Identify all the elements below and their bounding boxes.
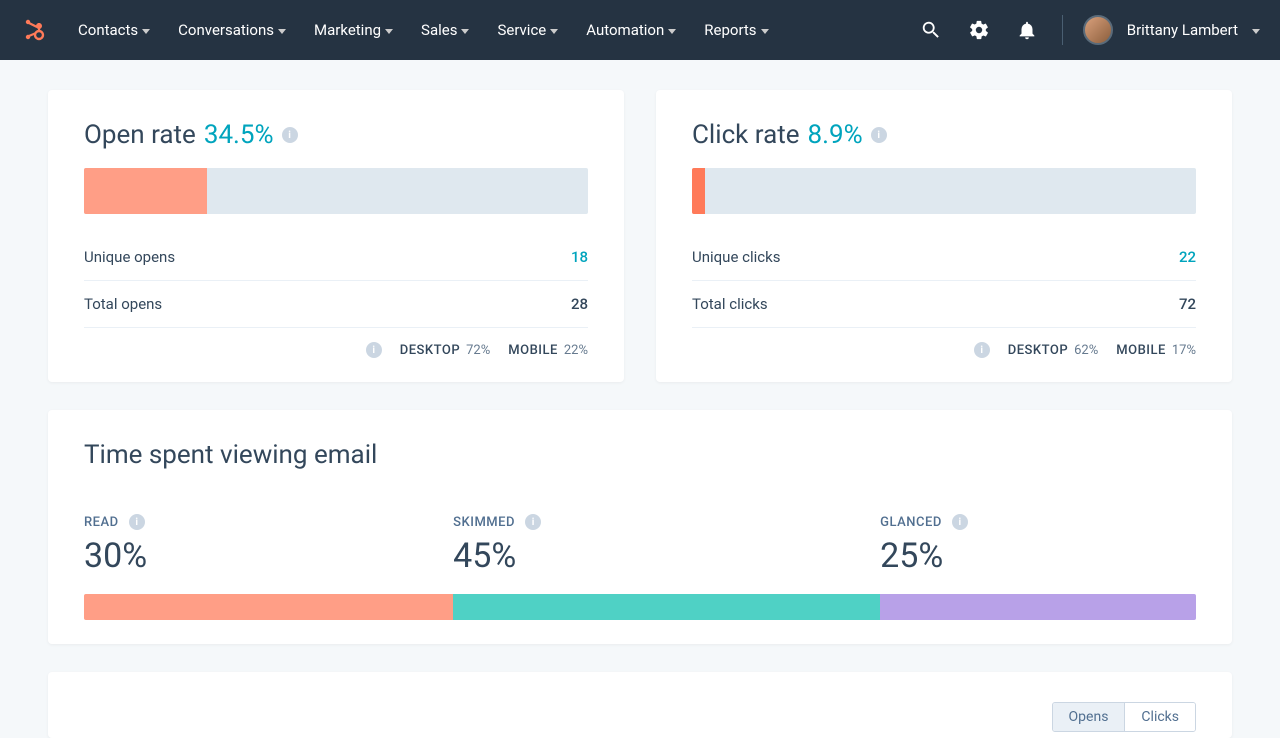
mobile-label: MOBILE: [1116, 343, 1166, 358]
desktop-pct: 62%: [1074, 343, 1098, 358]
open-rate-bar: [84, 168, 588, 214]
tab-clicks[interactable]: Clicks: [1124, 703, 1195, 731]
segment-label: GLANCED: [880, 515, 942, 530]
open-rate-pct: 34.5%: [204, 120, 274, 150]
chevron-down-icon: [668, 29, 676, 34]
info-icon[interactable]: i: [282, 127, 298, 143]
nav-label: Sales: [421, 21, 457, 39]
desktop-label: DESKTOP: [400, 343, 460, 358]
info-icon[interactable]: i: [366, 342, 382, 358]
opens-clicks-card: Opens Clicks: [48, 672, 1232, 738]
nav-item-sales[interactable]: Sales: [421, 21, 469, 39]
notifications-bell-icon[interactable]: [1016, 19, 1038, 41]
stat-label: Unique clicks: [692, 248, 780, 266]
click-rate-bar-fill: [692, 168, 705, 214]
segment-pct: 25%: [880, 536, 1196, 576]
chevron-down-icon: [142, 29, 150, 34]
stat-label: Total opens: [84, 295, 162, 313]
top-nav: Contacts Conversations Marketing Sales S…: [0, 0, 1280, 60]
time-spent-columns: READ i 30% SKIMMED i 45% GLANCED i 25%: [84, 514, 1196, 594]
stat-label: Unique opens: [84, 248, 175, 266]
nav-label: Conversations: [178, 21, 274, 39]
chevron-down-icon: [385, 29, 393, 34]
device-breakdown: i DESKTOP 72% MOBILE 22%: [84, 328, 588, 358]
stat-row-total-opens: Total opens 28: [84, 281, 588, 328]
click-rate-bar: [692, 168, 1196, 214]
avatar: [1083, 15, 1113, 45]
bar-seg-read: [84, 594, 453, 620]
chevron-down-icon: [461, 29, 469, 34]
segment-label: SKIMMED: [453, 515, 515, 530]
nav-item-marketing[interactable]: Marketing: [314, 21, 393, 39]
nav-item-automation[interactable]: Automation: [586, 21, 676, 39]
nav-divider: [1062, 15, 1063, 45]
stat-row-total-clicks: Total clicks 72: [692, 281, 1196, 328]
segment-read: READ i 30%: [84, 514, 453, 594]
user-name: Brittany Lambert: [1127, 21, 1238, 39]
chevron-down-icon: [761, 29, 769, 34]
desktop-label: DESKTOP: [1008, 343, 1068, 358]
nav-label: Service: [497, 21, 546, 39]
dashboard-content: Open rate 34.5% i Unique opens 18 Total …: [0, 60, 1280, 738]
time-spent-card: Time spent viewing email READ i 30% SKIMM…: [48, 410, 1232, 644]
stat-value: 28: [571, 295, 588, 313]
stat-value: 72: [1179, 295, 1196, 313]
mobile-label: MOBILE: [508, 343, 558, 358]
click-rate-title: Click rate: [692, 120, 800, 150]
open-rate-bar-fill: [84, 168, 207, 214]
stat-row-unique-clicks: Unique clicks 22: [692, 234, 1196, 281]
segment-pct: 30%: [84, 536, 453, 576]
info-icon[interactable]: i: [952, 514, 968, 530]
nav-label: Marketing: [314, 21, 381, 39]
bar-seg-skimmed: [453, 594, 880, 620]
nav-item-service[interactable]: Service: [497, 21, 558, 39]
stat-value-link[interactable]: 22: [1179, 248, 1196, 266]
chevron-down-icon: [278, 29, 286, 34]
search-icon[interactable]: [920, 19, 942, 41]
stat-value-link[interactable]: 18: [571, 248, 588, 266]
tabs-opens-clicks: Opens Clicks: [1052, 702, 1196, 732]
nav-label: Reports: [704, 21, 756, 39]
open-rate-title: Open rate: [84, 120, 196, 150]
nav-item-conversations[interactable]: Conversations: [178, 21, 286, 39]
nav-label: Automation: [586, 21, 664, 39]
chevron-down-icon: [1252, 29, 1260, 34]
nav-item-contacts[interactable]: Contacts: [78, 21, 150, 39]
info-icon[interactable]: i: [525, 514, 541, 530]
segment-pct: 45%: [453, 536, 880, 576]
segment-label: READ: [84, 515, 119, 530]
click-rate-card: Click rate 8.9% i Unique clicks 22 Total…: [656, 90, 1232, 382]
nav-right-icons: [920, 19, 1038, 41]
user-menu[interactable]: Brittany Lambert: [1083, 15, 1260, 45]
info-icon[interactable]: i: [871, 127, 887, 143]
stat-label: Total clicks: [692, 295, 768, 313]
hubspot-logo-icon[interactable]: [20, 16, 48, 44]
nav-label: Contacts: [78, 21, 138, 39]
desktop-pct: 72%: [466, 343, 490, 358]
segment-skimmed: SKIMMED i 45%: [453, 514, 880, 594]
bar-seg-glanced: [880, 594, 1196, 620]
nav-items: Contacts Conversations Marketing Sales S…: [78, 21, 769, 39]
stat-row-unique-opens: Unique opens 18: [84, 234, 588, 281]
time-spent-stacked-bar: [84, 594, 1196, 620]
device-breakdown: i DESKTOP 62% MOBILE 17%: [692, 328, 1196, 358]
info-icon[interactable]: i: [129, 514, 145, 530]
settings-gear-icon[interactable]: [968, 19, 990, 41]
open-rate-card: Open rate 34.5% i Unique opens 18 Total …: [48, 90, 624, 382]
chevron-down-icon: [550, 29, 558, 34]
time-spent-title: Time spent viewing email: [84, 440, 1196, 470]
click-rate-pct: 8.9%: [808, 120, 863, 150]
mobile-pct: 17%: [1172, 343, 1196, 358]
segment-glanced: GLANCED i 25%: [880, 514, 1196, 594]
nav-item-reports[interactable]: Reports: [704, 21, 768, 39]
tab-opens[interactable]: Opens: [1053, 703, 1125, 731]
mobile-pct: 22%: [564, 343, 588, 358]
info-icon[interactable]: i: [974, 342, 990, 358]
